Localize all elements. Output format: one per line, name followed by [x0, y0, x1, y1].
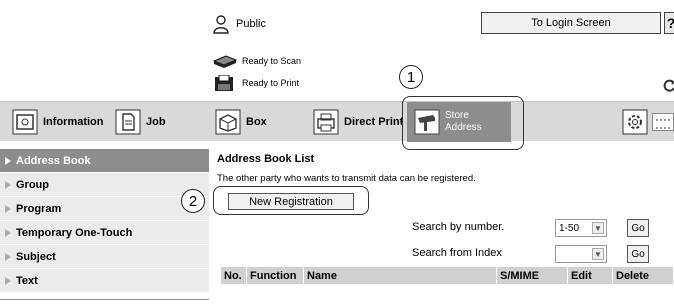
- printer-icon: [212, 74, 238, 91]
- scanner-icon: [212, 53, 238, 69]
- column-header-smime: S/MIME: [497, 267, 568, 284]
- list-icon: [656, 118, 670, 129]
- sidebar-divider: [0, 299, 209, 302]
- arrow-right-icon: [5, 181, 11, 189]
- sidebar-item-label: Text: [16, 274, 38, 287]
- sidebar-item-label: Group: [16, 178, 49, 191]
- search-from-index-label: Search from Index: [412, 247, 502, 259]
- sidebar-item-label: Temporary One-Touch: [16, 226, 133, 239]
- sidebar-item-program[interactable]: Program: [0, 197, 209, 221]
- tab-job-label: Job: [146, 116, 166, 128]
- arrow-right-icon: [5, 205, 11, 213]
- sidebar: Address Book Group Program Temporary One…: [0, 149, 209, 293]
- tab-direct-print-label: Direct Print: [344, 116, 404, 128]
- sidebar-item-group[interactable]: Group: [0, 173, 209, 197]
- sidebar-item-subject[interactable]: Subject: [0, 245, 209, 269]
- search-by-number-select[interactable]: 1-50 ▼: [555, 219, 607, 237]
- go-button-number[interactable]: Go: [627, 219, 649, 237]
- search-by-number-label: Search by number.: [412, 221, 505, 233]
- page-title: Address Book List: [217, 153, 315, 165]
- tab-box[interactable]: Box: [215, 102, 267, 142]
- sidebar-item-label: Program: [16, 202, 62, 215]
- job-icon: [115, 109, 141, 135]
- callout-marker-1: 1: [399, 65, 423, 89]
- box-icon: [215, 109, 241, 135]
- arrow-right-icon: [5, 253, 11, 261]
- scan-status-text: Ready to Scan: [242, 56, 302, 66]
- search-from-index-select[interactable]: ▼: [555, 245, 607, 263]
- help-button[interactable]: ?: [664, 12, 674, 34]
- scan-status: Ready to Scan: [212, 52, 301, 70]
- go-button-index[interactable]: Go: [627, 245, 649, 263]
- print-status-text: Ready to Print: [242, 78, 300, 88]
- user-label: Public: [236, 18, 266, 30]
- refresh-icon[interactable]: [662, 78, 674, 94]
- information-icon: [12, 109, 38, 135]
- arrow-right-icon: [5, 157, 11, 165]
- search-by-number-value: 1-50: [559, 222, 580, 234]
- print-status: Ready to Print: [212, 74, 299, 92]
- user-indicator: Public: [212, 12, 266, 36]
- new-registration-button[interactable]: New Registration: [228, 193, 354, 210]
- tab-direct-print[interactable]: Direct Print: [313, 102, 403, 142]
- chevron-down-icon: ▼: [592, 248, 604, 260]
- arrow-right-icon: [5, 229, 11, 237]
- sidebar-item-address-book[interactable]: Address Book: [0, 149, 209, 173]
- tab-box-label: Box: [246, 116, 267, 128]
- sidebar-item-label: Subject: [16, 250, 56, 263]
- sidebar-item-temporary-one-touch[interactable]: Temporary One-Touch: [0, 221, 209, 245]
- column-header-function: Function: [247, 267, 304, 284]
- store-address-highlight: [402, 96, 524, 150]
- tab-information-label: Information: [43, 116, 104, 128]
- login-screen-button[interactable]: To Login Screen: [481, 12, 661, 34]
- tab-overflow[interactable]: [652, 113, 674, 131]
- callout-marker-2: 2: [181, 189, 205, 213]
- arrow-right-icon: [5, 277, 11, 285]
- sidebar-item-label: Address Book: [16, 154, 91, 167]
- page-description: The other party who wants to transmit da…: [217, 173, 476, 184]
- column-header-edit: Edit: [568, 267, 613, 284]
- tab-information[interactable]: Information: [12, 102, 104, 142]
- direct-print-icon: [313, 109, 339, 135]
- column-header-delete: Delete: [613, 267, 674, 284]
- tab-job[interactable]: Job: [115, 102, 166, 142]
- sidebar-item-text[interactable]: Text: [0, 269, 209, 293]
- main-tab-bar: Information Job Box Direct Print Store A…: [0, 101, 674, 142]
- address-list-header: No. Function Name S/MIME Edit Delete: [221, 267, 674, 284]
- user-icon: [212, 14, 230, 34]
- column-header-name: Name: [304, 267, 497, 284]
- column-header-no: No.: [221, 267, 247, 284]
- settings-icon: [622, 109, 648, 135]
- chevron-down-icon: ▼: [592, 222, 604, 234]
- tab-settings[interactable]: [622, 102, 653, 142]
